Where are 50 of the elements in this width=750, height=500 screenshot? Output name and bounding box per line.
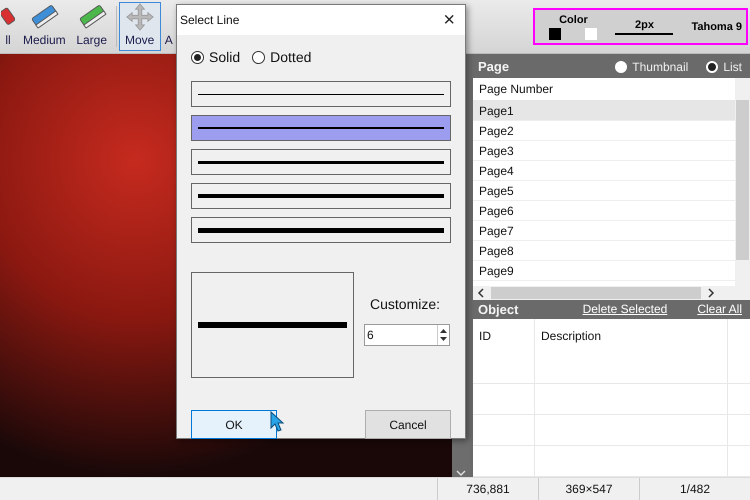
line-option[interactable] xyxy=(191,183,451,209)
list-item[interactable]: Page2 xyxy=(473,120,735,141)
customize-label: Customize: xyxy=(370,296,442,312)
radio-label: List xyxy=(723,60,742,74)
list-item[interactable]: Page7 xyxy=(473,220,735,241)
list-item[interactable]: Page6 xyxy=(473,200,735,221)
list-item[interactable]: Page8 xyxy=(473,240,735,261)
line-width-sample xyxy=(615,32,674,34)
line-option[interactable] xyxy=(191,115,451,141)
status-text: 369×547 xyxy=(538,478,639,500)
line-option[interactable] xyxy=(191,217,451,243)
number-spinner-field[interactable]: 6 xyxy=(364,324,450,346)
line-option[interactable] xyxy=(191,81,451,107)
panel-title: Page xyxy=(478,59,510,74)
column-header: Description xyxy=(535,319,728,353)
list-item[interactable]: Page3 xyxy=(473,140,735,161)
status-text: 1/482 xyxy=(639,478,750,500)
radio-button[interactable] xyxy=(252,50,266,64)
vertical-scrollbar[interactable] xyxy=(735,78,750,286)
cancel-button[interactable]: Cancel xyxy=(365,410,451,439)
color-swatch[interactable] xyxy=(549,28,562,40)
tool-button[interactable]: Move xyxy=(118,2,161,51)
panel-title: Object xyxy=(478,302,518,317)
link[interactable]: Delete Selected xyxy=(582,302,668,316)
link[interactable]: Clear All xyxy=(697,302,742,316)
ok-button[interactable]: OK xyxy=(191,410,277,439)
color-swatch[interactable] xyxy=(585,28,598,40)
dialog-title: Select Line xyxy=(180,13,240,27)
list-item[interactable]: Page5 xyxy=(473,180,735,201)
line-width-label: 2px xyxy=(634,18,654,30)
mouse-cursor-icon xyxy=(269,411,285,433)
close-button[interactable]: × xyxy=(443,10,455,30)
font-label: Tahoma 9 xyxy=(691,20,742,32)
radio-button[interactable] xyxy=(615,60,628,73)
column-header: ID xyxy=(473,319,535,353)
tool-button[interactable]: Large xyxy=(70,2,114,51)
horizontal-scrollbar[interactable] xyxy=(473,286,750,300)
tool-button[interactable]: Medium xyxy=(19,2,70,51)
list-item[interactable]: Page9 xyxy=(473,260,735,281)
radio-label: Thumbnail xyxy=(632,60,688,74)
line-option[interactable] xyxy=(191,149,451,175)
list-item[interactable]: Page1 xyxy=(473,100,735,121)
radio-label: Solid xyxy=(209,49,240,65)
tool-button[interactable]: ll xyxy=(0,2,19,51)
radio-button[interactable] xyxy=(191,50,204,64)
color-label: Color xyxy=(559,14,588,26)
tool-button[interactable]: A xyxy=(160,2,177,51)
status-text: 736,881 xyxy=(437,478,538,500)
radio-label: Dotted xyxy=(270,49,312,65)
list-item[interactable]: Page4 xyxy=(473,160,735,181)
